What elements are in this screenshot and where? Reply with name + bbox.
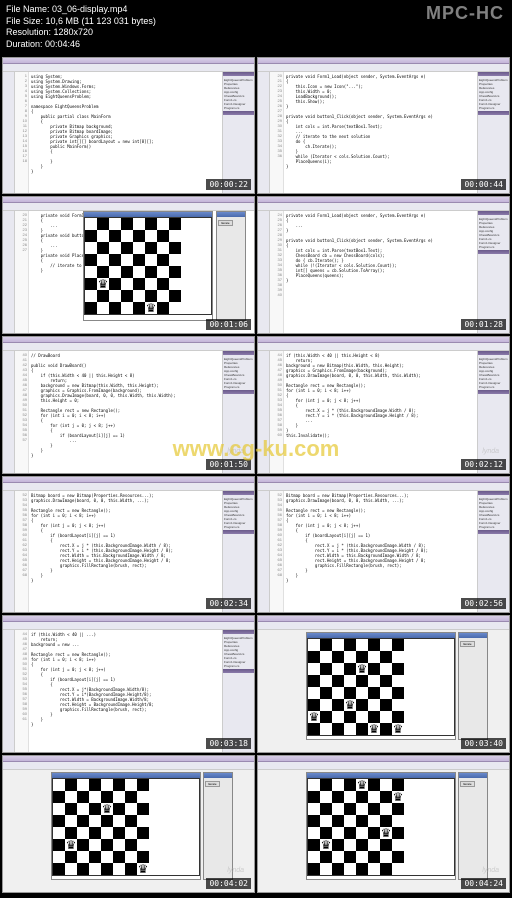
iterate-button[interactable]: Iterate [460, 781, 475, 787]
resolution-label: Resolution: 1280x720 [6, 27, 506, 39]
line-numbers: 444546474849505152535455565758596061 [15, 630, 29, 752]
timestamp: 00:00:44 [461, 179, 506, 190]
iterate-button[interactable]: Iterate [460, 641, 475, 647]
solution-explorer: EightQueensProblem Properties References… [222, 491, 254, 613]
code-editor[interactable]: if (this.Width < 40 || ...) return; back… [29, 630, 222, 752]
player-logo: MPC-HC [426, 2, 504, 25]
control-panel: Iterate [458, 632, 488, 740]
timestamp: 00:01:50 [206, 459, 251, 470]
thumbnail-grid: 123456789101112131415161718 using System… [0, 55, 512, 895]
solution-explorer: EightQueensProblem Properties References… [222, 630, 254, 752]
lynda-watermark: lynda [482, 867, 499, 874]
line-numbers: 4445464748495051525354555657585960 [270, 351, 284, 473]
timestamp: 00:02:34 [206, 598, 251, 609]
timestamp: 00:01:06 [206, 319, 251, 330]
solution-explorer: EightQueensProblem Properties References… [477, 72, 509, 194]
iterate-button[interactable]: Iterate [218, 220, 233, 226]
control-panel: Iterate [203, 772, 233, 880]
chessboard: ♛♛♛♛♛♛♛♛ [52, 778, 200, 876]
code-editor[interactable]: if (this.Width < 40 || this.Height < 8) … [284, 351, 477, 473]
line-numbers: 5253545556575859606162636465666768 [270, 491, 284, 613]
chessboard: ♛♛♛♛♛♛♛♛ [84, 217, 212, 315]
thumbnail-9[interactable]: ♛♛♛♛♛♛♛♛ Iterate 00:03:40 [257, 615, 510, 753]
vs-toolbar [258, 343, 509, 351]
vs-toolbox [258, 211, 270, 333]
chess-form-window: ♛♛♛♛♛♛♛♛ [51, 772, 201, 880]
vs-toolbox [3, 630, 15, 752]
media-info-header: MPC-HC File Name: 03_06-display.mp4 File… [0, 0, 512, 55]
thumbnail-11[interactable]: ♛♛♛♛♛♛♛♛ Iterate lynda 00:04:24 [257, 755, 510, 893]
code-editor[interactable]: using System; using System.Drawing; usin… [29, 72, 222, 194]
vs-toolbar [3, 203, 254, 211]
vs-toolbox [3, 72, 15, 194]
vs-toolbar [258, 622, 509, 630]
line-numbers: 2021222324252627 [15, 211, 29, 333]
line-numbers: 5253545556575859606162636465666768 [15, 491, 29, 613]
vs-toolbox [3, 491, 15, 613]
timestamp: 00:03:18 [206, 738, 251, 749]
code-editor[interactable]: // DrawBoard public void DrawBoard() { i… [29, 351, 222, 473]
thumbnail-2[interactable]: 2021222324252627 private void Form1_Load… [2, 196, 255, 334]
code-editor[interactable]: Bitmap board = new Bitmap(Properties.Res… [284, 491, 477, 613]
vs-toolbox [258, 491, 270, 613]
solution-explorer: EightQueensProblem Properties References… [477, 211, 509, 333]
vs-toolbar [3, 622, 254, 630]
thumbnail-4[interactable]: 404142434445464748495051525354555657 // … [2, 336, 255, 474]
vs-toolbar [3, 64, 254, 72]
line-numbers: 2021222324252627282930313233343536 [270, 72, 284, 194]
code-editor[interactable]: private void Form1_Load(object sender, S… [284, 72, 477, 194]
timestamp: 00:02:56 [461, 598, 506, 609]
chess-form-window: ♛♛♛♛♛♛♛♛ [306, 772, 456, 880]
chess-form-window: ♛♛♛♛♛♛♛♛ [306, 632, 456, 740]
code-editor[interactable]: Bitmap board = new Bitmap(Properties.Res… [29, 491, 222, 613]
thumbnail-5[interactable]: 4445464748495051525354555657585960 if (t… [257, 336, 510, 474]
timestamp: 00:00:22 [206, 179, 251, 190]
vs-toolbox [3, 351, 15, 473]
control-panel: Iterate [216, 211, 246, 321]
timestamp: 00:04:24 [461, 878, 506, 889]
thumbnail-0[interactable]: 123456789101112131415161718 using System… [2, 57, 255, 195]
vs-toolbar [3, 483, 254, 491]
code-editor[interactable]: private void Form1_Load(object sender, S… [284, 211, 477, 333]
lynda-watermark: lynda [227, 867, 244, 874]
thumbnail-7[interactable]: 5253545556575859606162636465666768 Bitma… [257, 476, 510, 614]
timestamp: 00:01:28 [461, 319, 506, 330]
thumbnail-8[interactable]: 444546474849505152535455565758596061 if … [2, 615, 255, 753]
vs-toolbar [3, 343, 254, 351]
timestamp: 00:02:12 [461, 459, 506, 470]
timestamp: 00:04:02 [206, 878, 251, 889]
line-numbers: 123456789101112131415161718 [15, 72, 29, 194]
solution-explorer: EightQueensProblem Properties References… [477, 491, 509, 613]
vs-toolbox [258, 72, 270, 194]
thumbnail-10[interactable]: ♛♛♛♛♛♛♛♛ Iterate lynda 00:04:02 [2, 755, 255, 893]
vs-toolbar [258, 762, 509, 770]
control-panel: Iterate [458, 772, 488, 880]
chessboard: ♛♛♛♛♛♛♛♛ [307, 638, 455, 736]
chess-form-window: ♛♛♛♛♛♛♛♛ [83, 211, 213, 321]
vs-toolbar [3, 762, 254, 770]
vs-toolbox [258, 351, 270, 473]
vs-toolbar [258, 64, 509, 72]
chessboard: ♛♛♛♛♛♛♛♛ [307, 778, 455, 876]
vs-toolbar [258, 203, 509, 211]
thumbnail-6[interactable]: 5253545556575859606162636465666768 Bitma… [2, 476, 255, 614]
timestamp: 00:03:40 [461, 738, 506, 749]
solution-explorer: EightQueensProblem Properties References… [222, 72, 254, 194]
vs-toolbar [258, 483, 509, 491]
duration-label: Duration: 00:04:46 [6, 39, 506, 51]
line-numbers: 2425262728293031323334353637383940 [270, 211, 284, 333]
thumbnail-1[interactable]: 2021222324252627282930313233343536 priva… [257, 57, 510, 195]
lynda-watermark: lynda [482, 448, 499, 455]
line-numbers: 404142434445464748495051525354555657 [15, 351, 29, 473]
iterate-button[interactable]: Iterate [205, 781, 220, 787]
lynda-watermark: lynda [227, 448, 244, 455]
vs-toolbox [3, 211, 15, 333]
thumbnail-3[interactable]: 2425262728293031323334353637383940 priva… [257, 196, 510, 334]
